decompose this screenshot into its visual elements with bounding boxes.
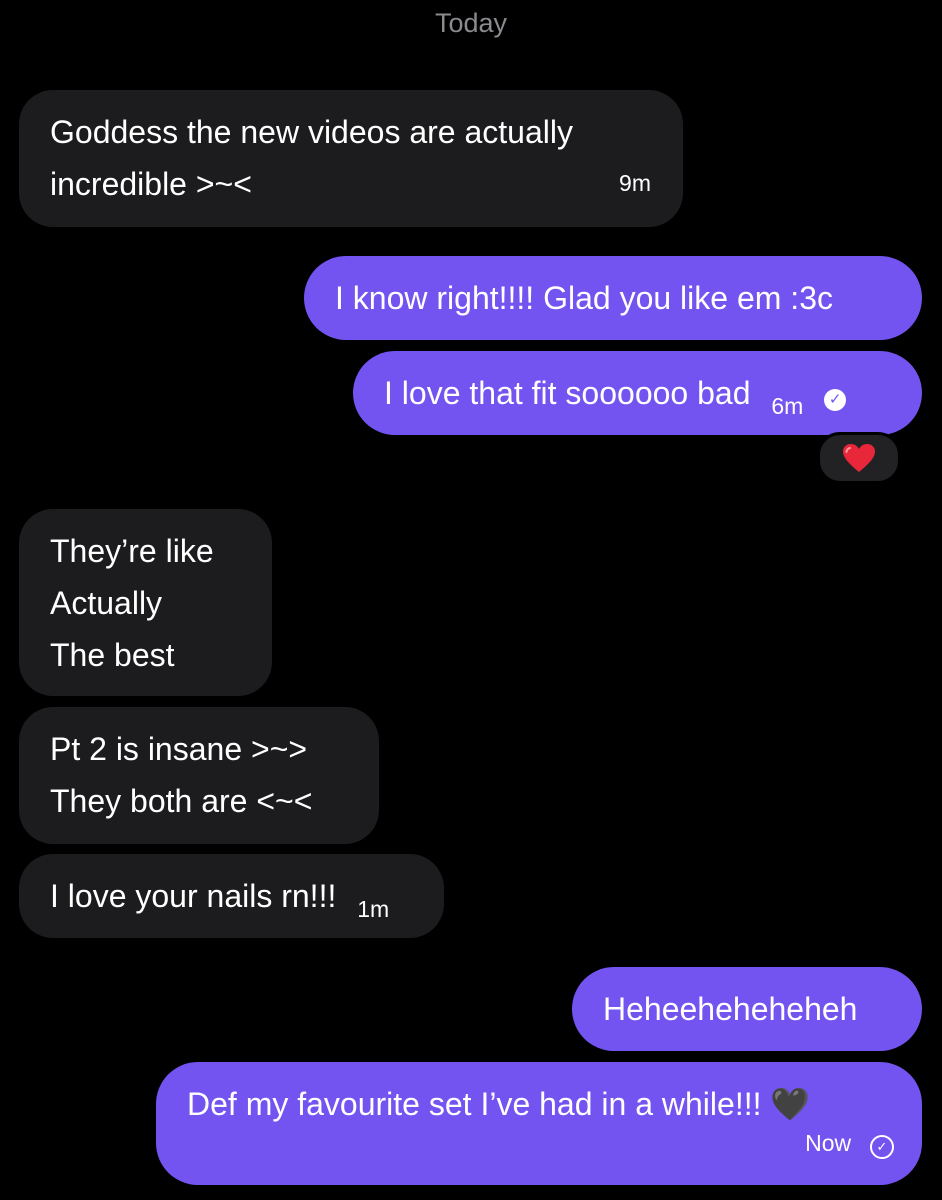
message-timestamp: 9m: [619, 170, 651, 196]
message-text-line: Pt 2 is insane >~>: [50, 731, 308, 767]
message-text-line: Goddess the new videos are actually: [50, 114, 573, 150]
message-incoming-4[interactable]: I love your nails rn!!! 1m: [19, 854, 444, 938]
message-timestamp: 6m: [771, 393, 804, 419]
message-outgoing-4[interactable]: Def my favourite set I’ve had in a while…: [156, 1062, 922, 1185]
check-circle-icon: ✓: [824, 389, 847, 411]
message-text: I love your nails rn!!!: [50, 878, 337, 914]
message-text: I love that fit soooooo bad: [384, 375, 751, 411]
message-incoming-2[interactable]: They’re like Actually The best: [19, 509, 272, 696]
message-text-line: They both are <~<: [50, 783, 313, 819]
heart-reaction[interactable]: [817, 432, 901, 484]
message-text: Heheeheheheheh: [603, 991, 858, 1027]
message-text-line: They’re like: [50, 533, 214, 569]
message-timestamp: 1m: [357, 896, 390, 922]
message-incoming-3[interactable]: Pt 2 is insane >~> They both are <~<: [19, 707, 379, 844]
date-separator: Today: [434, 8, 508, 38]
message-outgoing-1[interactable]: I know right!!!! Glad you like em :3c: [304, 256, 922, 340]
message-incoming-1[interactable]: Goddess the new videos are actually incr…: [19, 90, 683, 227]
message-text-line: incredible >~<: [50, 166, 252, 202]
message-text: I know right!!!! Glad you like em :3c: [335, 280, 833, 316]
heart-icon: [843, 444, 875, 472]
check-circle-icon: ✓: [870, 1135, 894, 1159]
message-text-line: The best: [50, 637, 175, 673]
message-timestamp: Now: [805, 1130, 852, 1156]
message-outgoing-2[interactable]: I love that fit soooooo bad 6m ✓: [353, 351, 922, 435]
message-text-line: Actually: [50, 585, 163, 621]
message-meta: Now ✓: [805, 1114, 894, 1169]
message-outgoing-3[interactable]: Heheeheheheheh: [572, 967, 922, 1051]
message-text: Def my favourite set I’ve had in a while…: [187, 1086, 811, 1122]
